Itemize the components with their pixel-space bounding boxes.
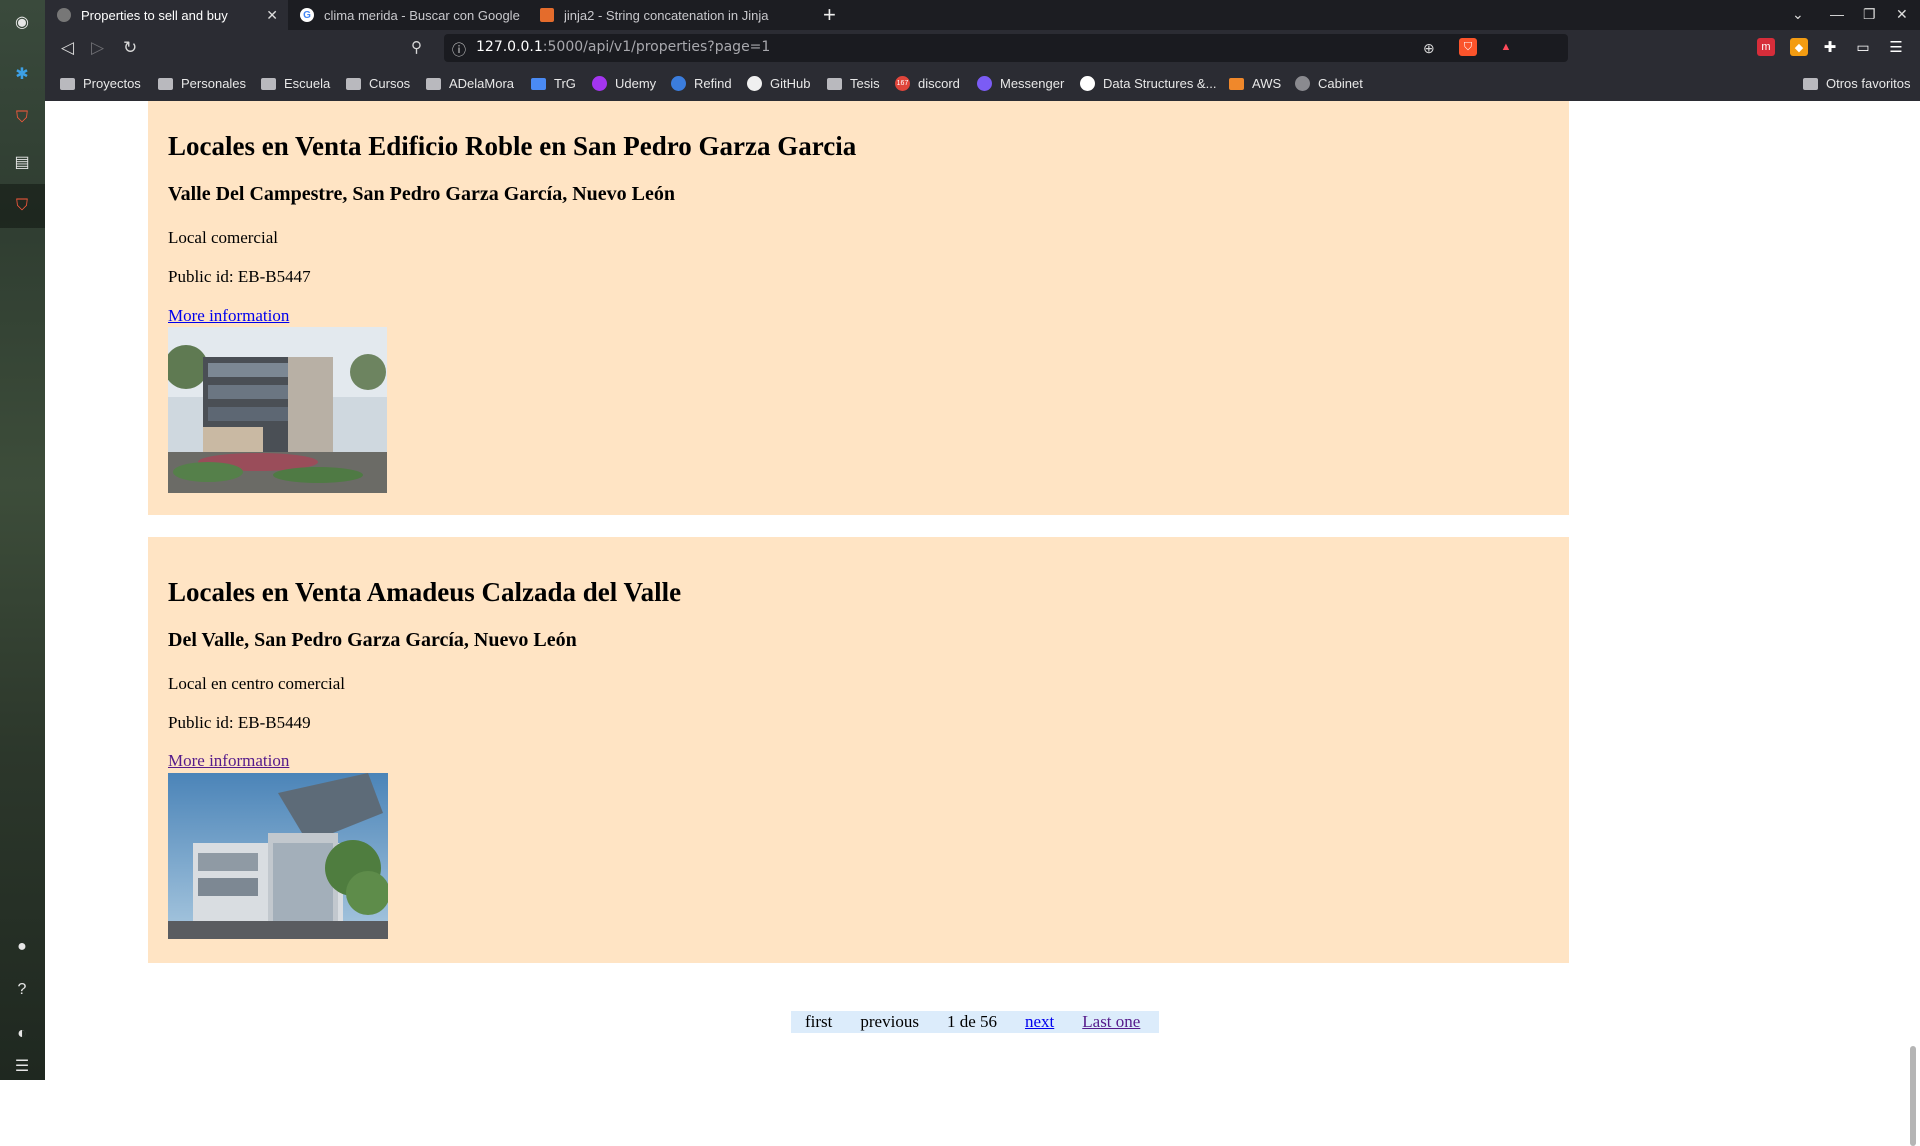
vscode-icon[interactable]: ✱ [10, 62, 34, 86]
tab-title: jinja2 - String concatenation in Jinja [564, 7, 769, 23]
bookmark-github[interactable]: GitHub [747, 76, 810, 91]
tab-google[interactable]: G clima merida - Buscar con Google [288, 0, 528, 30]
extension-red-icon[interactable]: m [1757, 38, 1775, 56]
bookmark-icon[interactable]: ⚲ [411, 38, 422, 56]
discord-badge-icon: 167 [895, 76, 910, 91]
bookmark-aws[interactable]: AWS [1229, 76, 1281, 91]
property-photo[interactable] [168, 773, 388, 939]
bookmark-trg[interactable]: TrG [531, 76, 576, 91]
pagination-next-link[interactable]: next [1025, 1012, 1054, 1032]
zoom-icon[interactable]: ⊕ [1423, 40, 1435, 57]
refind-icon [671, 76, 686, 91]
property-card: Locales en Venta Edificio Roble en San P… [148, 101, 1569, 515]
bookmark-adelamora[interactable]: ADelaMora [426, 76, 514, 91]
notification-icon[interactable]: ● [10, 935, 34, 959]
brave-active-icon[interactable]: ⛉ [10, 194, 34, 218]
property-card: Locales en Venta Amadeus Calzada del Val… [148, 537, 1569, 963]
close-window-button[interactable]: ✕ [1896, 6, 1908, 23]
extensions-puzzle-icon[interactable]: ✚ [1821, 38, 1839, 56]
forward-button[interactable]: ▷ [91, 38, 104, 58]
apps-grid-icon[interactable]: ☰ [10, 1054, 34, 1078]
contrast-icon[interactable]: ◐ [10, 1022, 34, 1046]
bookmark-cursos[interactable]: Cursos [346, 76, 410, 91]
help-icon[interactable]: ? [10, 978, 34, 1002]
bookmark-discord[interactable]: 167 discord [895, 76, 960, 91]
brave-rewards-icon[interactable]: ▲ [1497, 38, 1515, 56]
url-path: :5000/api/v1/properties?page=1 [542, 39, 771, 55]
bookmark-refind[interactable]: Refind [671, 76, 732, 91]
brave-icon[interactable]: ⛉ [10, 106, 34, 130]
messenger-icon [977, 76, 992, 91]
page-scrollbar[interactable] [1905, 101, 1920, 1146]
pagination-current: 1 de 56 [946, 1012, 997, 1031]
activities-icon[interactable]: ◉ [10, 10, 34, 34]
globe-icon [1295, 76, 1310, 91]
property-location: Del Valle, San Pedro Garza García, Nuevo… [168, 629, 577, 651]
desktop-dock: ◉ ✱ ⛉ ▤ ⛉ ● ? ◐ ☰ [0, 0, 45, 1080]
brave-shields-icon[interactable]: ⛉ [1459, 38, 1477, 56]
google-icon [1080, 76, 1095, 91]
bookmark-proyectos[interactable]: Proyectos [60, 76, 141, 91]
pagination-previous: previous [860, 1012, 919, 1031]
bookmark-escuela[interactable]: Escuela [261, 76, 330, 91]
site-info-icon[interactable]: ⓘ [452, 40, 466, 60]
scrollbar-thumb[interactable] [1910, 1046, 1916, 1146]
folder-icon [60, 77, 75, 90]
bookmark-cabinet[interactable]: Cabinet [1295, 76, 1363, 91]
pagination: first previous 1 de 56 next Last one [791, 1011, 1159, 1033]
property-location: Valle Del Campestre, San Pedro Garza Gar… [168, 183, 675, 205]
more-information-link[interactable]: More information [168, 306, 289, 326]
other-bookmarks[interactable]: Otros favoritos [1803, 76, 1911, 91]
back-button[interactable]: ◁ [61, 38, 74, 58]
bookmark-messenger[interactable]: Messenger [977, 76, 1064, 91]
page-viewport: Locales en Venta Edificio Roble en San P… [45, 101, 1905, 1080]
bookmark-data-structures[interactable]: Data Structures &... [1080, 76, 1216, 91]
tab-title: clima merida - Buscar con Google [324, 7, 520, 23]
tab-title: Properties to sell and buy [81, 7, 228, 23]
more-information-link[interactable]: More information [168, 751, 289, 771]
google-icon: G [300, 8, 314, 22]
udemy-icon [592, 76, 607, 91]
drive-icon[interactable]: ▤ [10, 150, 34, 174]
minimize-button[interactable]: — [1830, 6, 1844, 22]
property-public-id: Public id: EB-B5447 [168, 267, 311, 286]
bookmarks-bar: Proyectos Personales Escuela Cursos ADel… [45, 67, 1920, 102]
extension-orange-icon[interactable]: ◆ [1790, 38, 1808, 56]
tab-list-icon[interactable]: ⌄ [1792, 6, 1804, 23]
restore-button[interactable]: ❐ [1863, 6, 1876, 23]
aws-icon [1229, 77, 1244, 90]
url-text[interactable]: 127.0.0.1:5000/api/v1/properties?page=1 [476, 39, 770, 55]
bookmark-personales[interactable]: Personales [158, 76, 246, 91]
property-type: Local en centro comercial [168, 674, 345, 693]
close-tab-icon[interactable]: ✕ [266, 7, 278, 24]
wallet-icon[interactable]: ▭ [1854, 38, 1872, 56]
property-public-id: Public id: EB-B5449 [168, 713, 311, 732]
new-tab-button[interactable]: + [823, 2, 836, 28]
pagination-last-link[interactable]: Last one [1082, 1012, 1140, 1032]
url-host: 127.0.0.1 [476, 39, 543, 55]
property-photo[interactable] [168, 327, 387, 493]
tab-properties[interactable]: Properties to sell and buy ✕ [45, 0, 288, 30]
folder-icon [158, 77, 173, 90]
tab-strip: Properties to sell and buy ✕ G clima mer… [45, 0, 1920, 30]
bookmark-udemy[interactable]: Udemy [592, 76, 656, 91]
property-title: Locales en Venta Edificio Roble en San P… [168, 131, 857, 161]
folder-icon [426, 77, 441, 90]
github-icon [747, 76, 762, 91]
reload-button[interactable]: ↻ [123, 38, 137, 58]
folder-icon [261, 77, 276, 90]
browser-toolbar: ◁ ▷ ↻ ⚲ ⓘ 127.0.0.1:5000/api/v1/properti… [45, 30, 1920, 67]
folder-icon [346, 77, 361, 90]
globe-icon [57, 8, 71, 22]
menu-icon[interactable]: ☰ [1887, 38, 1905, 56]
property-title: Locales en Venta Amadeus Calzada del Val… [168, 577, 682, 607]
property-type: Local comercial [168, 228, 278, 247]
stackoverflow-icon [540, 8, 554, 22]
folder-icon [1803, 77, 1818, 90]
bookmark-tesis[interactable]: Tesis [827, 76, 880, 91]
pagination-first: first [805, 1012, 833, 1031]
folder-icon [827, 77, 842, 90]
translate-icon [531, 77, 546, 90]
tab-jinja[interactable]: jinja2 - String concatenation in Jinja [528, 0, 811, 30]
